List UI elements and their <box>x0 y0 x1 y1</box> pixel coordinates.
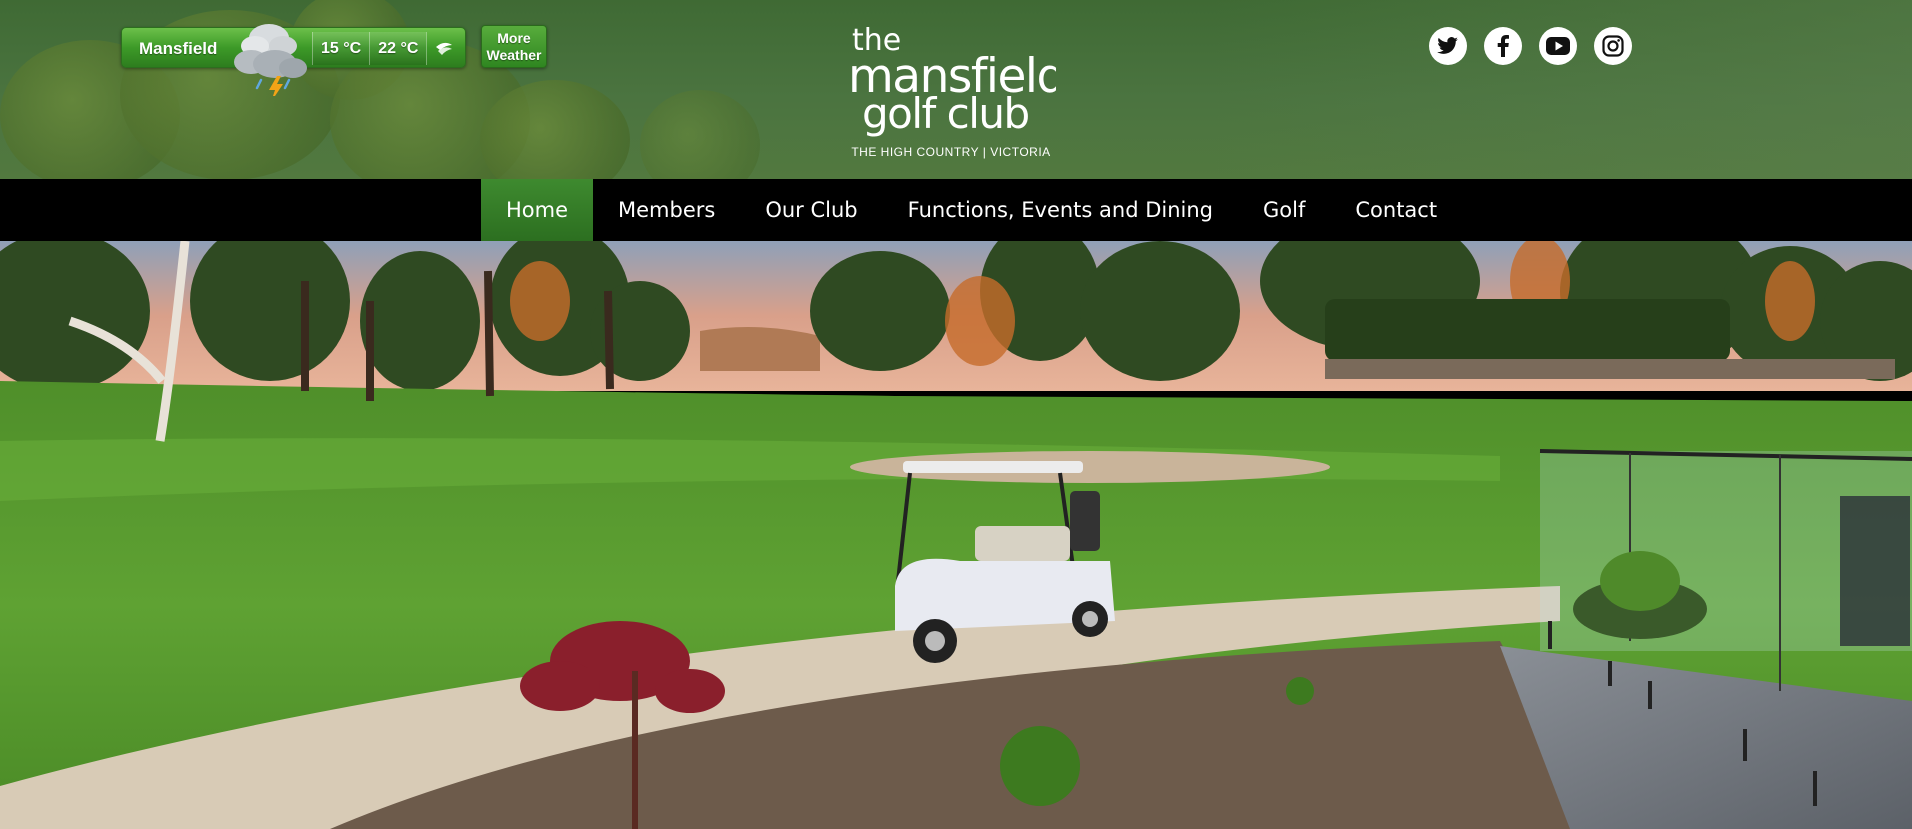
youtube-icon[interactable] <box>1539 27 1577 65</box>
nav-item-functions[interactable]: Functions, Events and Dining <box>883 179 1238 241</box>
main-nav: Home Members Our Club Functions, Events … <box>0 179 1912 241</box>
nav-item-golf[interactable]: Golf <box>1238 179 1330 241</box>
nav-item-home[interactable]: Home <box>481 179 594 241</box>
more-weather-label-1: More <box>497 30 531 46</box>
weather-provider-icon <box>426 32 460 65</box>
logo-line-3: golf club <box>862 89 1029 138</box>
nav-item-members[interactable]: Members <box>593 179 740 241</box>
logo-wordmark: the mansfield golf club <box>848 23 1066 138</box>
golf-course-illustration <box>0 241 1912 829</box>
nav-list: Home Members Our Club Functions, Events … <box>481 179 1462 241</box>
facebook-icon[interactable] <box>1484 27 1522 65</box>
social-links <box>1429 27 1632 65</box>
weather-widget[interactable]: Mansfield 15 °C 22 °C <box>121 24 466 102</box>
more-weather-label-2: Weather <box>486 47 542 63</box>
logo-tagline: THE HIGH COUNTRY | VICTORIA <box>851 145 1051 159</box>
storm-cloud-icon <box>223 16 313 102</box>
nav-item-contact[interactable]: Contact <box>1330 179 1462 241</box>
weather-location: Mansfield <box>139 39 218 58</box>
twitter-icon[interactable] <box>1429 27 1467 65</box>
site-header: Mansfield 15 °C 22 °C More Weather the m… <box>0 0 1912 179</box>
weather-max-temp: 22 °C <box>369 32 427 65</box>
more-weather-button[interactable]: More Weather <box>481 25 547 68</box>
weather-temps: 15 °C 22 °C <box>312 32 460 65</box>
instagram-icon[interactable] <box>1594 27 1632 65</box>
site-logo[interactable]: the mansfield golf club THE HIGH COUNTRY… <box>846 14 1066 164</box>
background-tree <box>640 90 760 179</box>
hero-image <box>0 241 1912 829</box>
weather-min-temp: 15 °C <box>312 32 370 65</box>
nav-item-our-club[interactable]: Our Club <box>740 179 882 241</box>
